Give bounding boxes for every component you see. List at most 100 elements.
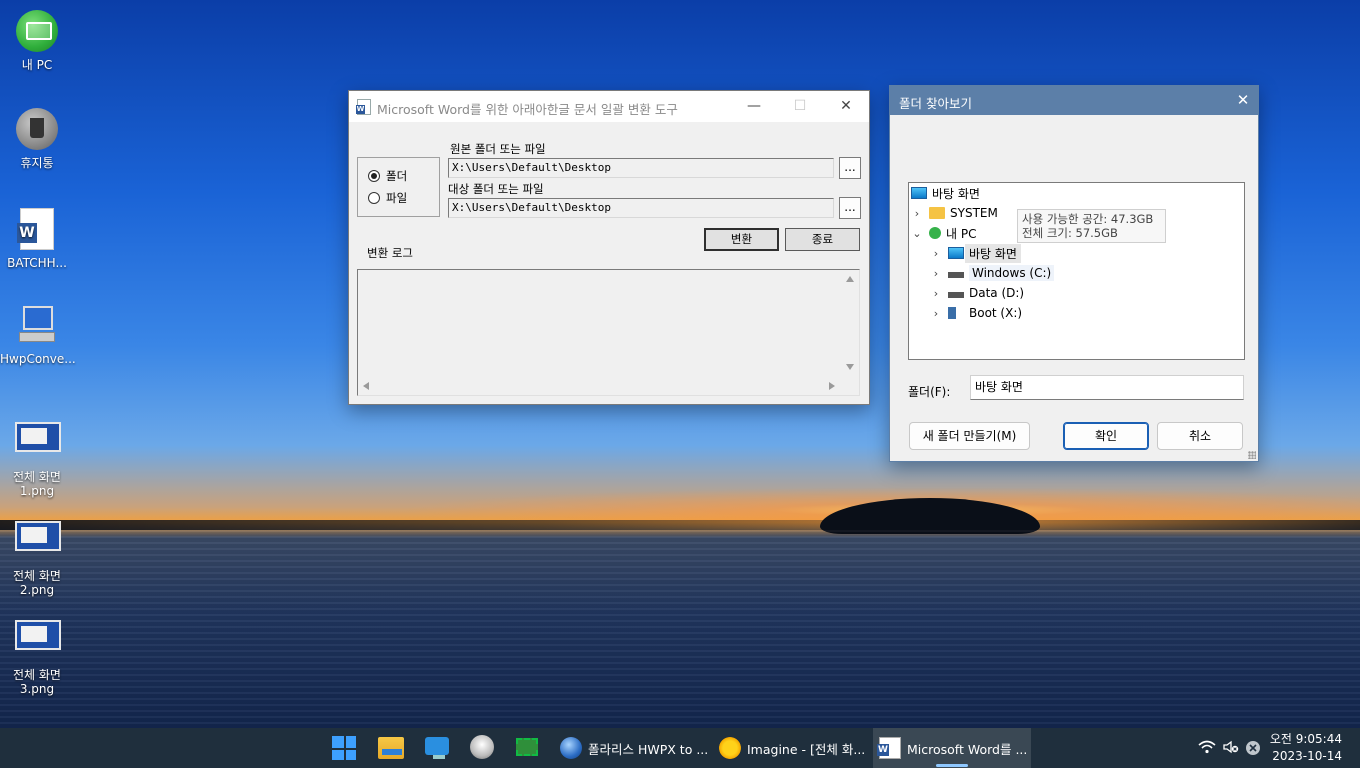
tree-item-my-pc[interactable]: ⌄ 내 PC: [911, 223, 976, 243]
converter-titlebar[interactable]: Microsoft Word를 위한 아래아한글 문서 일괄 변환 도구 — ☐…: [349, 91, 869, 122]
log-label: 변환 로그: [367, 246, 413, 260]
desktop-icon-label: HwpConve...: [0, 352, 76, 366]
new-folder-button[interactable]: 새 폴더 만들기(M): [909, 422, 1030, 450]
png-image-icon: [15, 521, 61, 551]
conversion-log[interactable]: [357, 269, 860, 396]
radio-file-circle[interactable]: [368, 192, 380, 204]
folder-dialog-title: 폴더 찾아보기: [899, 96, 972, 111]
start-button-icon[interactable]: [332, 736, 356, 760]
log-horizontal-scrollbar[interactable]: [358, 378, 842, 395]
tree-item-label: Boot (X:): [969, 306, 1023, 320]
desktop-icon-screenshot-2[interactable]: 전체 화면 2.png: [0, 511, 74, 597]
png-image-icon: [15, 422, 61, 452]
system-clock[interactable]: 오전 9:05:44 2023-10-14: [1270, 731, 1342, 765]
tree-item-system[interactable]: › SYSTEM: [911, 203, 998, 223]
desktop-icon-label-line2: 2.png: [19, 583, 55, 597]
word-document-icon: [877, 737, 901, 759]
source-path-field[interactable]: X:\Users\Default\Desktop: [448, 158, 834, 178]
close-button[interactable]: ✕: [823, 91, 869, 122]
desktop-icon-screenshot-1[interactable]: 전체 화면 1.png: [0, 412, 74, 498]
tree-item-desktop-root[interactable]: 바탕 화면: [911, 183, 980, 203]
tree-item-desktop[interactable]: › 바탕 화면: [930, 243, 1021, 263]
target-path-field[interactable]: X:\Users\Default\Desktop: [448, 198, 834, 218]
taskbar-app-imagine[interactable]: Imagine - [전체 화...: [713, 728, 869, 768]
file-explorer-icon[interactable]: [378, 737, 404, 759]
maximize-button[interactable]: ☐: [777, 91, 823, 122]
resize-grip-icon[interactable]: [1248, 451, 1256, 459]
chevron-right-icon[interactable]: ›: [930, 307, 942, 320]
taskbar-app-label: Microsoft Word를 ...: [907, 741, 1028, 757]
source-browse-button[interactable]: ...: [839, 157, 861, 179]
chevron-right-icon[interactable]: ›: [930, 287, 942, 300]
target-browse-button[interactable]: ...: [839, 197, 861, 219]
chip-app-icon[interactable]: [516, 738, 538, 756]
clock-date: 2023-10-14: [1272, 749, 1342, 763]
desktop-icon-screenshot-3[interactable]: 전체 화면 3.png: [0, 610, 74, 696]
desktop-icon-hwpconverter[interactable]: HwpConve...: [0, 304, 76, 366]
png-image-icon: [15, 620, 61, 650]
target-label: 대상 폴더 또는 파일: [448, 182, 544, 196]
tree-item-label: Windows (C:): [969, 265, 1055, 281]
close-button[interactable]: ✕: [1228, 86, 1258, 115]
desktop-icon-label: BATCHH...: [7, 256, 67, 270]
minimize-button[interactable]: —: [731, 91, 777, 122]
wifi-icon[interactable]: [1198, 740, 1216, 758]
word-app-icon: [356, 99, 371, 115]
tree-item-drive-d[interactable]: › Data (D:): [930, 283, 1024, 303]
imagine-sun-icon: [719, 737, 741, 759]
scroll-right-icon[interactable]: [829, 382, 835, 390]
exit-button[interactable]: 종료: [785, 228, 860, 251]
remote-desktop-icon[interactable]: [425, 737, 449, 759]
desktop-icon-label: 휴지통: [20, 156, 54, 170]
taskbar-app-word-converter[interactable]: Microsoft Word를 ...: [873, 728, 1031, 768]
tree-item-label: 내 PC: [946, 226, 977, 241]
desktop-folder-icon: [948, 247, 964, 259]
tree-item-label: SYSTEM: [950, 206, 998, 220]
cancel-button[interactable]: 취소: [1157, 422, 1243, 450]
taskbar-app-polaris[interactable]: 폴라리스 HWPX to ...: [554, 728, 710, 768]
drive-info-tooltip: 사용 가능한 공간: 47.3GB 전체 크기: 57.5GB: [1017, 209, 1166, 243]
tree-item-label: 바탕 화면: [932, 186, 980, 201]
chevron-right-icon[interactable]: ›: [930, 247, 942, 260]
network-error-icon[interactable]: [1245, 740, 1261, 760]
tree-item-label: 바탕 화면: [965, 243, 1021, 263]
taskbar-app-label: 폴라리스 HWPX to ...: [588, 741, 709, 757]
ok-button[interactable]: 확인: [1063, 422, 1149, 450]
desktop-icon-my-pc[interactable]: 내 PC: [0, 10, 74, 72]
drive-icon: [948, 292, 964, 298]
word-document-icon: [17, 208, 54, 250]
scroll-left-icon[interactable]: [363, 382, 369, 390]
log-vertical-scrollbar[interactable]: [842, 270, 859, 378]
desktop-icon-batchh[interactable]: BATCHH...: [0, 208, 74, 270]
desktop-icon-recycle-bin[interactable]: 휴지통: [0, 108, 74, 170]
tree-item-drive-c[interactable]: › Windows (C:): [930, 263, 1055, 283]
mode-groupbox: 폴더 파일: [357, 157, 440, 217]
desktop-icon-label-line1: 전체 화면: [13, 668, 61, 682]
desktop-icon-label-line2: 3.png: [19, 682, 55, 696]
radio-file[interactable]: 파일: [368, 190, 407, 206]
chevron-down-icon[interactable]: ⌄: [911, 227, 923, 240]
chevron-right-icon[interactable]: ›: [911, 207, 923, 220]
tree-item-drive-x[interactable]: › Boot (X:): [930, 303, 1022, 323]
radio-folder[interactable]: 폴더: [368, 168, 407, 184]
drive-icon: [948, 272, 964, 278]
shoreline: [0, 520, 1360, 530]
radio-folder-label: 폴더: [386, 169, 408, 183]
desktop-folder-icon: [911, 187, 927, 199]
convert-button[interactable]: 변환: [704, 228, 779, 251]
chevron-right-icon[interactable]: ›: [930, 267, 942, 280]
scroll-down-icon[interactable]: [846, 364, 854, 370]
tooltip-free-space: 사용 가능한 공간: 47.3GB: [1022, 212, 1154, 226]
radio-folder-circle[interactable]: [368, 170, 380, 182]
folder-dialog-titlebar[interactable]: 폴더 찾아보기 ✕: [890, 86, 1258, 115]
desktop-icon-label-line1: 전체 화면: [13, 470, 61, 484]
volume-muted-icon[interactable]: [1222, 740, 1240, 758]
desktop-icon-label-line2: 1.png: [19, 484, 55, 498]
my-pc-icon: [929, 227, 941, 239]
app-avatar-icon[interactable]: [470, 735, 494, 759]
folder-name-input[interactable]: 바탕 화면: [970, 375, 1244, 400]
converter-window: Microsoft Word를 위한 아래아한글 문서 일괄 변환 도구 — ☐…: [348, 90, 870, 405]
scroll-up-icon[interactable]: [846, 276, 854, 282]
taskbar: 폴라리스 HWPX to ... Imagine - [전체 화... Micr…: [0, 728, 1360, 768]
globe-icon: [560, 737, 582, 759]
